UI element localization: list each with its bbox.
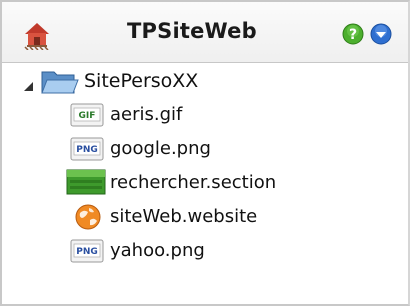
png-file-icon: PNG bbox=[70, 137, 104, 161]
png-file-icon: PNG bbox=[70, 239, 104, 263]
help-icon[interactable]: ? bbox=[342, 23, 364, 45]
project-explorer-panel: TPSiteWeb ? SitePersoXX GIF aeris.gif PN… bbox=[0, 0, 410, 306]
tree-node-sitepersoxx[interactable]: SitePersoXX bbox=[2, 64, 408, 98]
expand-arrow-icon[interactable] bbox=[22, 80, 34, 92]
website-icon bbox=[75, 204, 101, 230]
tree-item-label: aeris.gif bbox=[110, 104, 183, 125]
dropdown-menu-icon[interactable] bbox=[370, 23, 392, 45]
svg-text:PNG: PNG bbox=[76, 247, 98, 257]
tree-item-rechercher-section[interactable]: rechercher.section bbox=[2, 166, 408, 200]
file-tree: SitePersoXX GIF aeris.gif PNG google.png bbox=[2, 64, 408, 268]
svg-text:PNG: PNG bbox=[76, 145, 98, 155]
tree-item-yahoo-png[interactable]: PNG yahoo.png bbox=[2, 234, 408, 268]
panel-header: TPSiteWeb ? bbox=[2, 2, 408, 63]
gif-file-icon: GIF bbox=[70, 103, 104, 127]
tree-item-siteweb-website[interactable]: siteWeb.website bbox=[2, 200, 408, 234]
svg-text:GIF: GIF bbox=[79, 111, 96, 121]
section-icon bbox=[66, 169, 106, 195]
tree-item-label: siteWeb.website bbox=[110, 206, 258, 227]
house-icon bbox=[24, 23, 49, 50]
tree-item-aeris-gif[interactable]: GIF aeris.gif bbox=[2, 98, 408, 132]
panel-title: TPSiteWeb bbox=[127, 19, 257, 43]
tree-node-label: SitePersoXX bbox=[84, 70, 199, 92]
tree-item-label: google.png bbox=[110, 138, 211, 159]
folder-icon bbox=[41, 71, 79, 94]
tree-item-label: rechercher.section bbox=[110, 172, 277, 193]
tree-item-google-png[interactable]: PNG google.png bbox=[2, 132, 408, 166]
svg-text:?: ? bbox=[349, 27, 357, 43]
tree-item-label: yahoo.png bbox=[110, 240, 205, 261]
